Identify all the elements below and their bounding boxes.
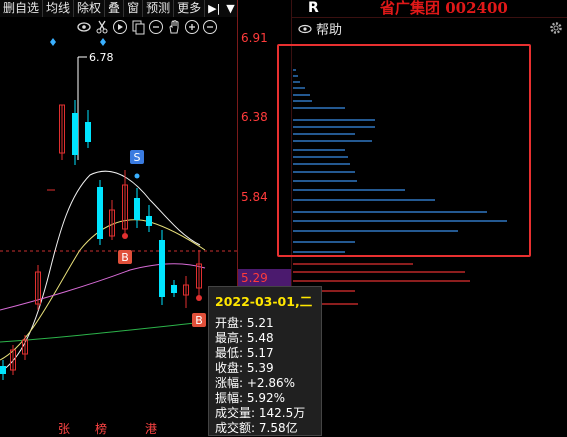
bottom-tag-bang[interactable]: 榜	[95, 420, 107, 437]
tooltip-row: 开盘: 5.21	[215, 316, 274, 330]
highlight-box	[277, 44, 531, 257]
tooltip-date: 2022-03-01,二	[215, 294, 313, 309]
bottom-tag-gang[interactable]: 港	[145, 420, 157, 437]
tooltip-row: 最高: 5.48	[215, 331, 274, 345]
candle-tooltip: 2022-03-01,二 开盘: 5.21 最高: 5.48 最低: 5.17 …	[208, 286, 322, 436]
tooltip-row: 成交量: 142.5万	[215, 406, 306, 420]
tooltip-row: 成交额: 7.58亿	[215, 421, 298, 435]
tooltip-row: 振幅: 5.92%	[215, 391, 285, 405]
tooltip-row: 收盘: 5.39	[215, 361, 274, 375]
tooltip-row: 涨幅: +2.86%	[215, 376, 296, 390]
tooltip-row: 最低: 5.17	[215, 346, 274, 360]
bottom-tag-zhang[interactable]: 张	[58, 420, 70, 437]
